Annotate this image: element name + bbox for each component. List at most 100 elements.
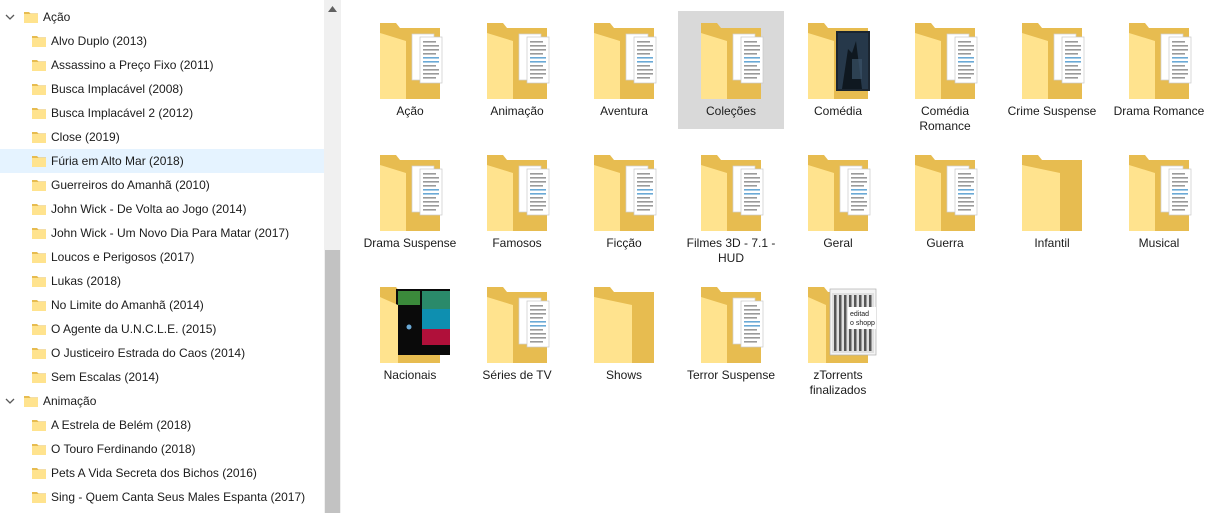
tree-item-movie[interactable]: No Limite do Amanhã (2014) — [0, 293, 324, 317]
folder-icon — [576, 151, 672, 235]
tree-item-label: John Wick - De Volta ao Jogo (2014) — [51, 202, 247, 216]
tree-item-label: Busca Implacável (2008) — [51, 82, 184, 96]
folder-tile[interactable]: Ação — [357, 11, 463, 129]
folder-icon — [31, 33, 47, 49]
folder-tile[interactable]: Geral — [785, 143, 891, 261]
folder-icon — [31, 57, 47, 73]
folder-label: Ficção — [606, 236, 642, 250]
tree-item-movie[interactable]: John Wick - De Volta ao Jogo (2014) — [0, 197, 324, 221]
folder-tile[interactable]: Famosos — [464, 143, 570, 261]
folder-tile[interactable]: Comédia Romance — [892, 11, 998, 133]
tree-item-movie[interactable]: Sing - Quem Canta Seus Males Espanta (20… — [0, 485, 324, 509]
folder-label: Comédia Romance — [919, 104, 971, 133]
tree-item-label: Assassino a Preço Fixo (2011) — [51, 58, 214, 72]
tree-item-label: Lukas (2018) — [51, 274, 122, 288]
folder-icon — [31, 465, 47, 481]
folder-icon — [23, 393, 39, 409]
tree-item-movie[interactable]: Close (2019) — [0, 125, 324, 149]
folder-icon — [31, 105, 47, 121]
tree-item-label: O Justiceiro Estrada do Caos (2014) — [51, 346, 246, 360]
tree-item-movie[interactable]: O Agente da U.N.C.L.E. (2015) — [0, 317, 324, 341]
folder-label: Crime Suspense — [1007, 104, 1097, 118]
thumb-text-line1: editad — [850, 311, 869, 318]
folder-label: Terror Suspense — [686, 368, 776, 382]
tree-item-label: John Wick - Um Novo Dia Para Matar (2017… — [51, 226, 290, 240]
tree-item-category[interactable]: Animação — [0, 389, 324, 413]
folder-label: Séries de TV — [482, 368, 552, 382]
folder-icon — [31, 81, 47, 97]
folder-icon — [1004, 19, 1100, 103]
folder-tile[interactable]: Filmes 3D - 7.1 - HUD — [678, 143, 784, 265]
folder-tile[interactable]: Comédia — [785, 11, 891, 129]
tree-item-label: Alvo Duplo (2013) — [51, 34, 148, 48]
tree-item-movie[interactable]: Lukas (2018) — [0, 269, 324, 293]
tree-item-movie[interactable]: Alvo Duplo (2013) — [0, 29, 324, 53]
folder-icon — [897, 19, 993, 103]
folder-icon — [1111, 19, 1207, 103]
folder-icon — [469, 283, 565, 367]
folder-icon: editad o shopp — [790, 283, 886, 367]
folder-tile[interactable]: Séries de TV — [464, 275, 570, 393]
file-explorer-window: Ação Alvo Duplo (2013) Assassino a Preço F… — [0, 0, 1214, 513]
tree-item-movie[interactable]: Pets A Vida Secreta dos Bichos (2016) — [0, 461, 324, 485]
tree-item-movie[interactable]: Guerreiros do Amanhã (2010) — [0, 173, 324, 197]
folder-tile[interactable]: Animação — [464, 11, 570, 129]
folder-icon — [31, 369, 47, 385]
tree-item-label: Busca Implacável 2 (2012) — [51, 106, 194, 120]
folder-icon — [31, 297, 47, 313]
scrollbar-thumb[interactable] — [325, 250, 340, 513]
folder-icon — [31, 345, 47, 361]
folder-label: Guerra — [926, 236, 964, 250]
tree-item-movie[interactable]: O Touro Ferdinando (2018) — [0, 437, 324, 461]
folder-label: Nacionais — [383, 368, 437, 382]
folder-tile[interactable]: Nacionais — [357, 275, 463, 393]
tree-item-movie[interactable]: Busca Implacável 2 (2012) — [0, 101, 324, 125]
tree-item-label: O Agente da U.N.C.L.E. (2015) — [51, 322, 217, 336]
folder-icon — [469, 151, 565, 235]
tree-item-label: Fúria em Alto Mar (2018) — [51, 154, 184, 168]
tree-item-movie[interactable]: Loucos e Perigosos (2017) — [0, 245, 324, 269]
tree-item-movie[interactable]: John Wick - Um Novo Dia Para Matar (2017… — [0, 221, 324, 245]
folder-icon — [1111, 151, 1207, 235]
folder-icon — [576, 283, 672, 367]
folder-icon — [469, 19, 565, 103]
folder-icon — [31, 225, 47, 241]
tree-item-movie[interactable]: O Justiceiro Estrada do Caos (2014) — [0, 341, 324, 365]
folder-tile[interactable]: Drama Romance — [1106, 11, 1212, 129]
tree-item-label: Sing - Quem Canta Seus Males Espanta (20… — [51, 490, 306, 504]
folder-tile[interactable]: Musical — [1106, 143, 1212, 261]
folder-tile[interactable]: Aventura — [571, 11, 677, 129]
tree-item-movie[interactable]: Fúria em Alto Mar (2018) — [0, 149, 324, 173]
tree-item-movie[interactable]: Assassino a Preço Fixo (2011) — [0, 53, 324, 77]
folder-label: zTorrents finalizados — [809, 368, 867, 397]
tree-item-category[interactable]: Ação — [0, 5, 324, 29]
tree-item-movie[interactable]: Busca Implacável (2008) — [0, 77, 324, 101]
chevron-down-icon[interactable] — [4, 395, 16, 407]
folder-icon — [31, 441, 47, 457]
folder-tile[interactable]: Drama Suspense — [357, 143, 463, 261]
thumb-text-line2: o shopp — [850, 320, 875, 327]
folder-icon — [31, 249, 47, 265]
folder-tile[interactable]: Ficção — [571, 143, 677, 261]
tree-item-label: Pets A Vida Secreta dos Bichos (2016) — [51, 466, 257, 480]
folder-tile[interactable]: Terror Suspense — [678, 275, 784, 393]
folder-tile[interactable]: editad o shopp zTorrents finalizados — [785, 275, 891, 397]
folder-tile[interactable]: Coleções — [678, 11, 784, 129]
folder-tile[interactable]: Guerra — [892, 143, 998, 261]
tree-item-movie[interactable]: Sem Escalas (2014) — [0, 365, 324, 389]
folder-tile[interactable]: Crime Suspense — [999, 11, 1105, 129]
folder-label: Aventura — [600, 104, 648, 118]
folder-icon — [31, 177, 47, 193]
folder-tile[interactable]: Infantil — [999, 143, 1105, 261]
scroll-up-arrow-icon[interactable] — [324, 0, 341, 17]
tree-item-movie[interactable]: A Estrela de Belém (2018) — [0, 413, 324, 437]
folder-tile[interactable]: Shows — [571, 275, 677, 393]
chevron-down-icon[interactable] — [4, 11, 16, 23]
folder-icon — [31, 153, 47, 169]
tree-item-label: No Limite do Amanhã (2014) — [51, 298, 204, 312]
tree-item-label: Animação — [43, 394, 97, 408]
folder-icon — [1004, 151, 1100, 235]
folder-icon — [897, 151, 993, 235]
navigation-scrollbar[interactable] — [324, 0, 341, 513]
folder-icon — [362, 283, 458, 367]
